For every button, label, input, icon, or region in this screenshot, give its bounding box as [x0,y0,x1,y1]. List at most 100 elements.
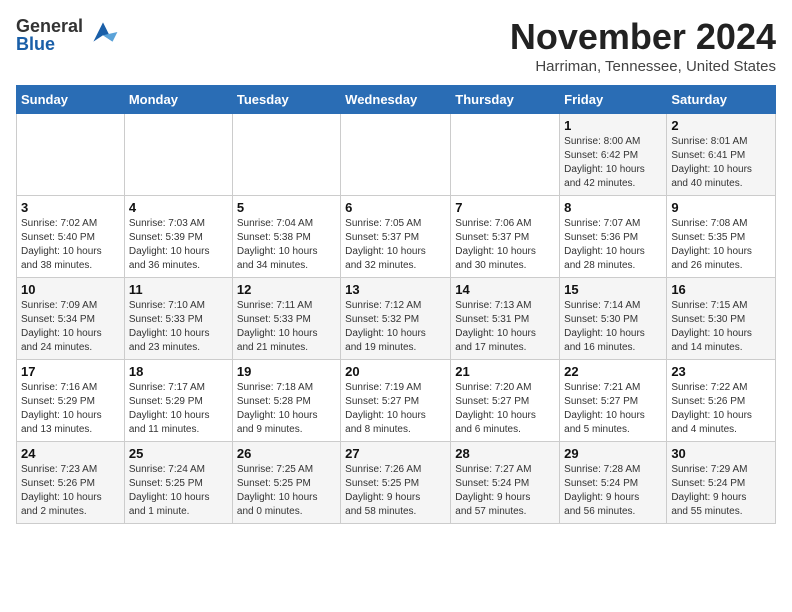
day-info: Sunrise: 7:07 AM Sunset: 5:36 PM Dayligh… [564,217,662,273]
cell-2-3: 13 Sunrise: 7:12 AM Sunset: 5:32 PM Dayli… [341,278,451,360]
logo-icon [87,16,119,53]
day-info: Sunrise: 7:26 AM Sunset: 5:25 PM Dayligh… [345,463,446,519]
cell-2-4: 14 Sunrise: 7:13 AM Sunset: 5:31 PM Dayli… [451,278,560,360]
day-info: Sunrise: 7:22 AM Sunset: 5:26 PM Dayligh… [671,381,771,437]
day-number: 30 [671,446,771,461]
page-header: General Blue November 2024 Harriman, Ten… [16,16,776,75]
cell-1-0: 3 Sunrise: 7:02 AM Sunset: 5:40 PM Daylig… [17,196,125,278]
day-info: Sunrise: 7:27 AM Sunset: 5:24 PM Dayligh… [455,463,555,519]
day-info: Sunrise: 7:14 AM Sunset: 5:30 PM Dayligh… [564,299,662,355]
cell-4-2: 26 Sunrise: 7:25 AM Sunset: 5:25 PM Dayli… [232,442,340,524]
week-row-1: 1 Sunrise: 8:00 AM Sunset: 6:42 PM Daylig… [17,114,776,196]
header-row: Sunday Monday Tuesday Wednesday Thursday… [17,86,776,114]
cell-4-6: 30 Sunrise: 7:29 AM Sunset: 5:24 PM Dayli… [667,442,776,524]
day-number: 1 [564,118,662,133]
day-number: 22 [564,364,662,379]
cell-4-4: 28 Sunrise: 7:27 AM Sunset: 5:24 PM Dayli… [451,442,560,524]
day-number: 28 [455,446,555,461]
calendar-header: Sunday Monday Tuesday Wednesday Thursday… [17,86,776,114]
day-info: Sunrise: 7:05 AM Sunset: 5:37 PM Dayligh… [345,217,446,273]
cell-1-6: 9 Sunrise: 7:08 AM Sunset: 5:35 PM Daylig… [667,196,776,278]
day-info: Sunrise: 7:20 AM Sunset: 5:27 PM Dayligh… [455,381,555,437]
day-number: 23 [671,364,771,379]
day-info: Sunrise: 7:15 AM Sunset: 5:30 PM Dayligh… [671,299,771,355]
logo-blue-text: Blue [16,35,83,53]
calendar-body: 1 Sunrise: 8:00 AM Sunset: 6:42 PM Daylig… [17,114,776,524]
day-number: 21 [455,364,555,379]
day-number: 8 [564,200,662,215]
day-info: Sunrise: 8:00 AM Sunset: 6:42 PM Dayligh… [564,135,662,191]
cell-4-5: 29Sunrise: 7:28 AM Sunset: 5:24 PM Dayli… [560,442,667,524]
day-info: Sunrise: 7:09 AM Sunset: 5:34 PM Dayligh… [21,299,120,355]
day-info: Sunrise: 7:11 AM Sunset: 5:33 PM Dayligh… [237,299,336,355]
day-number: 26 [237,446,336,461]
day-info: Sunrise: 7:29 AM Sunset: 5:24 PM Dayligh… [671,463,771,519]
week-row-2: 3 Sunrise: 7:02 AM Sunset: 5:40 PM Daylig… [17,196,776,278]
cell-2-2: 12Sunrise: 7:11 AM Sunset: 5:33 PM Dayli… [232,278,340,360]
week-row-3: 10Sunrise: 7:09 AM Sunset: 5:34 PM Dayli… [17,278,776,360]
day-info: Sunrise: 7:25 AM Sunset: 5:25 PM Dayligh… [237,463,336,519]
day-info: Sunrise: 8:01 AM Sunset: 6:41 PM Dayligh… [671,135,771,191]
month-year-title: November 2024 [510,16,776,58]
day-info: Sunrise: 7:24 AM Sunset: 5:25 PM Dayligh… [129,463,228,519]
day-number: 27 [345,446,446,461]
day-number: 4 [129,200,228,215]
day-number: 18 [129,364,228,379]
day-number: 25 [129,446,228,461]
cell-1-1: 4Sunrise: 7:03 AM Sunset: 5:39 PM Daylig… [124,196,232,278]
cell-2-0: 10Sunrise: 7:09 AM Sunset: 5:34 PM Dayli… [17,278,125,360]
day-number: 17 [21,364,120,379]
day-info: Sunrise: 7:13 AM Sunset: 5:31 PM Dayligh… [455,299,555,355]
cell-2-5: 15 Sunrise: 7:14 AM Sunset: 5:30 PM Dayli… [560,278,667,360]
col-tuesday: Tuesday [232,86,340,114]
day-number: 13 [345,282,446,297]
cell-3-3: 20Sunrise: 7:19 AM Sunset: 5:27 PM Dayli… [341,360,451,442]
day-info: Sunrise: 7:04 AM Sunset: 5:38 PM Dayligh… [237,217,336,273]
week-row-4: 17Sunrise: 7:16 AM Sunset: 5:29 PM Dayli… [17,360,776,442]
logo-general-text: General [16,17,83,35]
day-info: Sunrise: 7:10 AM Sunset: 5:33 PM Dayligh… [129,299,228,355]
cell-3-4: 21 Sunrise: 7:20 AM Sunset: 5:27 PM Dayli… [451,360,560,442]
col-friday: Friday [560,86,667,114]
day-number: 24 [21,446,120,461]
day-number: 9 [671,200,771,215]
day-info: Sunrise: 7:17 AM Sunset: 5:29 PM Dayligh… [129,381,228,437]
cell-4-3: 27 Sunrise: 7:26 AM Sunset: 5:25 PM Dayli… [341,442,451,524]
cell-0-4 [451,114,560,196]
day-number: 14 [455,282,555,297]
day-info: Sunrise: 7:18 AM Sunset: 5:28 PM Dayligh… [237,381,336,437]
day-info: Sunrise: 7:12 AM Sunset: 5:32 PM Dayligh… [345,299,446,355]
day-number: 11 [129,282,228,297]
day-number: 6 [345,200,446,215]
day-info: Sunrise: 7:08 AM Sunset: 5:35 PM Dayligh… [671,217,771,273]
week-row-5: 24 Sunrise: 7:23 AM Sunset: 5:26 PM Dayli… [17,442,776,524]
day-info: Sunrise: 7:19 AM Sunset: 5:27 PM Dayligh… [345,381,446,437]
day-number: 5 [237,200,336,215]
cell-0-1 [124,114,232,196]
day-number: 3 [21,200,120,215]
cell-2-6: 16 Sunrise: 7:15 AM Sunset: 5:30 PM Dayli… [667,278,776,360]
calendar-table: Sunday Monday Tuesday Wednesday Thursday… [16,85,776,524]
title-section: November 2024 Harriman, Tennessee, Unite… [510,16,776,75]
cell-1-3: 6 Sunrise: 7:05 AM Sunset: 5:37 PM Daylig… [341,196,451,278]
cell-3-6: 23 Sunrise: 7:22 AM Sunset: 5:26 PM Dayli… [667,360,776,442]
col-sunday: Sunday [17,86,125,114]
col-wednesday: Wednesday [341,86,451,114]
logo-wordmark: General Blue [16,17,83,53]
day-info: Sunrise: 7:02 AM Sunset: 5:40 PM Dayligh… [21,217,120,273]
day-number: 15 [564,282,662,297]
cell-1-4: 7Sunrise: 7:06 AM Sunset: 5:37 PM Daylig… [451,196,560,278]
cell-0-2 [232,114,340,196]
col-saturday: Saturday [667,86,776,114]
day-number: 16 [671,282,771,297]
day-info: Sunrise: 7:23 AM Sunset: 5:26 PM Dayligh… [21,463,120,519]
col-monday: Monday [124,86,232,114]
cell-0-5: 1 Sunrise: 8:00 AM Sunset: 6:42 PM Daylig… [560,114,667,196]
col-thursday: Thursday [451,86,560,114]
cell-4-0: 24 Sunrise: 7:23 AM Sunset: 5:26 PM Dayli… [17,442,125,524]
day-info: Sunrise: 7:21 AM Sunset: 5:27 PM Dayligh… [564,381,662,437]
logo: General Blue [16,16,119,53]
cell-2-1: 11 Sunrise: 7:10 AM Sunset: 5:33 PM Dayli… [124,278,232,360]
day-number: 29 [564,446,662,461]
day-number: 19 [237,364,336,379]
